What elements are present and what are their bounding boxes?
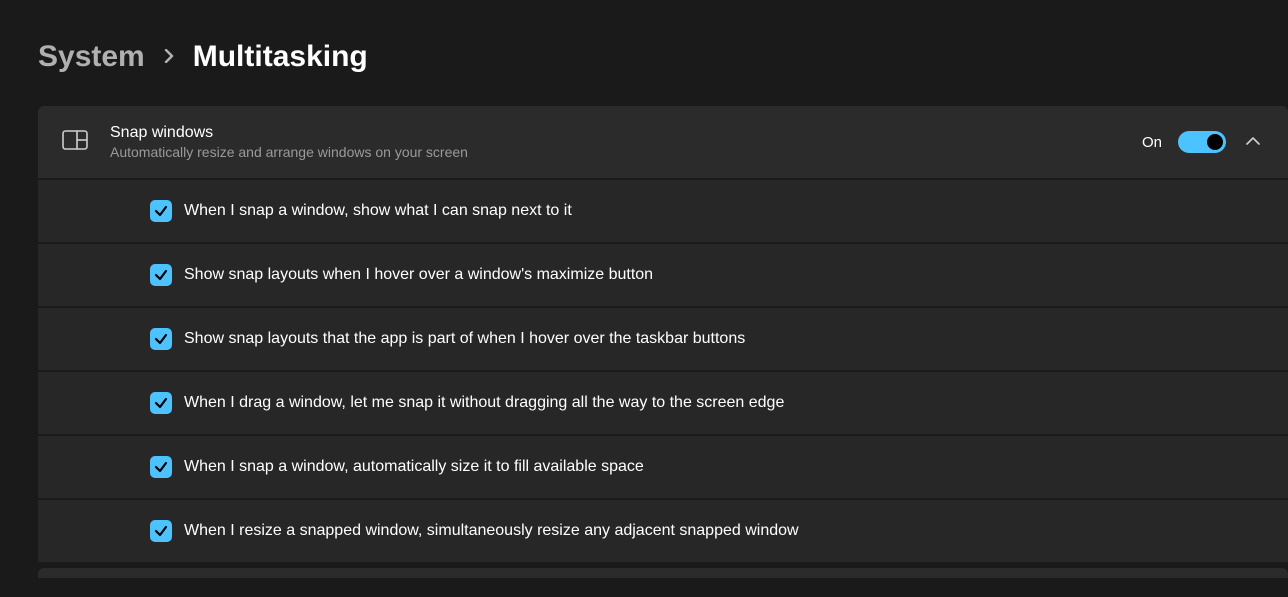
snap-windows-title: Snap windows: [110, 124, 1120, 142]
chevron-right-icon: [163, 46, 175, 69]
checkbox[interactable]: [150, 392, 172, 414]
page-title: Multitasking: [193, 40, 368, 74]
snap-option-row[interactable]: When I snap a window, automatically size…: [38, 436, 1288, 500]
snap-windows-toggle[interactable]: [1178, 131, 1226, 153]
checkbox[interactable]: [150, 456, 172, 478]
checkbox[interactable]: [150, 200, 172, 222]
option-label: Show snap layouts when I hover over a wi…: [184, 266, 653, 284]
snap-windows-description: Automatically resize and arrange windows…: [110, 144, 1120, 160]
checkbox[interactable]: [150, 328, 172, 350]
chevron-up-icon[interactable]: [1242, 129, 1264, 155]
snap-option-row[interactable]: When I resize a snapped window, simultan…: [38, 500, 1288, 564]
snap-option-row[interactable]: When I drag a window, let me snap it wit…: [38, 372, 1288, 436]
checkbox[interactable]: [150, 520, 172, 542]
snap-layout-icon: [62, 130, 88, 155]
option-label: When I drag a window, let me snap it wit…: [184, 394, 784, 412]
snap-option-row[interactable]: Show snap layouts when I hover over a wi…: [38, 244, 1288, 308]
snap-windows-group: Snap windows Automatically resize and ar…: [38, 106, 1288, 578]
breadcrumb: System Multitasking: [38, 40, 1288, 74]
breadcrumb-parent[interactable]: System: [38, 40, 145, 74]
toggle-state-label: On: [1142, 134, 1162, 151]
snap-windows-header[interactable]: Snap windows Automatically resize and ar…: [38, 106, 1288, 178]
option-label: When I resize a snapped window, simultan…: [184, 522, 799, 540]
next-card: [38, 568, 1288, 578]
option-label: When I snap a window, automatically size…: [184, 458, 644, 476]
snap-options-list: When I snap a window, show what I can sn…: [38, 180, 1288, 564]
snap-option-row[interactable]: When I snap a window, show what I can sn…: [38, 180, 1288, 244]
option-label: Show snap layouts that the app is part o…: [184, 330, 745, 348]
snap-windows-card: Snap windows Automatically resize and ar…: [38, 106, 1288, 180]
option-label: When I snap a window, show what I can sn…: [184, 202, 572, 220]
snap-option-row[interactable]: Show snap layouts that the app is part o…: [38, 308, 1288, 372]
checkbox[interactable]: [150, 264, 172, 286]
